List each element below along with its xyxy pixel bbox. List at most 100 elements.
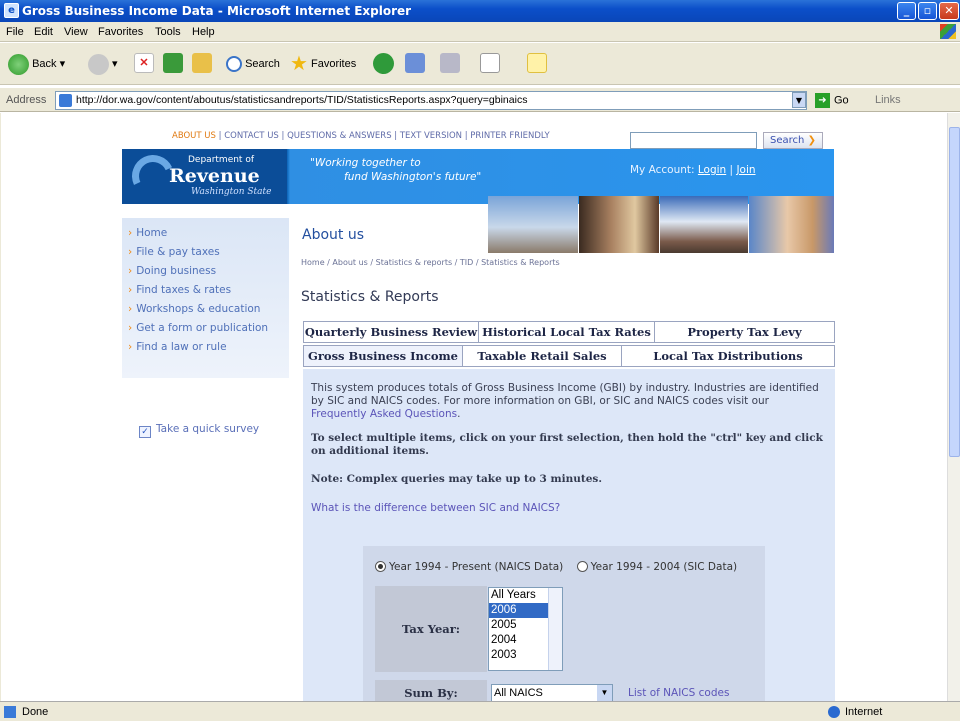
tab-local-tax-distributions[interactable]: Local Tax Distributions	[621, 345, 835, 367]
top-links: ABOUT US | CONTACT US | QUESTIONS & ANSW…	[172, 131, 550, 141]
tax-year-listbox[interactable]: All Years 2006 2005 2004 2003	[488, 587, 563, 671]
refresh-icon[interactable]	[163, 53, 183, 73]
nav-label: Workshops & education	[136, 303, 261, 315]
search-button[interactable]: Search	[226, 53, 280, 75]
menu-tools[interactable]: Tools	[155, 26, 181, 38]
nav-home[interactable]: › Home	[128, 227, 167, 239]
menu-view[interactable]: View	[64, 26, 88, 38]
nav-workshops[interactable]: › Workshops & education	[128, 303, 260, 315]
address-input[interactable]: http://dor.wa.gov/content/aboutus/statis…	[55, 91, 807, 110]
site-search-input[interactable]	[630, 132, 757, 149]
nav-label: Find taxes & rates	[136, 284, 232, 296]
title-bar: e Gross Business Income Data - Microsoft…	[0, 0, 960, 22]
breadcrumb[interactable]: Home / About us / Statistics & reports /…	[301, 258, 560, 267]
media-icon[interactable]	[373, 53, 394, 74]
tax-year-label: Tax Year:	[375, 586, 487, 672]
internet-globe-icon	[828, 706, 840, 718]
nav-arrow-icon: ›	[128, 227, 133, 239]
nav-doing-business[interactable]: › Doing business	[128, 265, 216, 277]
intro-text: This system produces totals of Gross Bus…	[311, 382, 819, 420]
slogan-line2: fund Washington's future"	[344, 171, 482, 183]
complex-query-note: Note: Complex queries may take up to 3 m…	[311, 473, 602, 485]
maximize-button[interactable]: ▫	[918, 2, 937, 20]
forward-button[interactable]: ▾	[88, 53, 118, 75]
mail-icon[interactable]	[405, 53, 425, 73]
scrollbar-thumb[interactable]	[949, 127, 960, 457]
dor-logo[interactable]: Department of Revenue Washington State	[122, 149, 287, 204]
status-bar: Done Internet	[0, 701, 960, 721]
menu-edit[interactable]: Edit	[34, 26, 53, 38]
tab-historical-local-tax-rates[interactable]: Historical Local Tax Rates	[478, 321, 655, 343]
section-header: About us	[296, 196, 834, 253]
nav-find-law[interactable]: › Find a law or rule	[128, 341, 227, 353]
logo-state: Washington State	[191, 187, 272, 197]
go-button[interactable]: ➜ Go	[815, 93, 849, 108]
back-arrow-icon	[8, 53, 29, 75]
nav-arrow-icon: ›	[128, 341, 133, 353]
section-title: About us	[302, 227, 365, 243]
naics-codes-link[interactable]: List of NAICS codes	[628, 687, 729, 699]
join-link[interactable]: Join	[736, 164, 755, 176]
faq-link[interactable]: Frequently Asked Questions	[311, 408, 457, 420]
sum-by-label: Sum By:	[375, 680, 487, 701]
tab-quarterly-business-review[interactable]: Quarterly Business Review	[303, 321, 479, 343]
favorites-button[interactable]: ★ Favorites	[290, 53, 356, 75]
messenger-icon[interactable]	[527, 53, 547, 73]
window-title: Gross Business Income Data - Microsoft I…	[22, 4, 412, 18]
menu-help[interactable]: Help	[192, 26, 215, 38]
survey-label: Take a quick survey	[156, 423, 260, 435]
ie-page-icon: e	[4, 3, 19, 18]
nav-arrow-icon: ›	[128, 265, 133, 277]
tab-property-tax-levy[interactable]: Property Tax Levy	[654, 321, 835, 343]
page-title: Statistics & Reports	[301, 289, 439, 305]
minimize-button[interactable]: _	[897, 2, 916, 20]
home-icon[interactable]	[192, 53, 212, 73]
chevron-down-icon: ▼	[597, 685, 612, 701]
multi-select-note: To select multiple items, click on your …	[311, 432, 823, 457]
links-label[interactable]: Links	[875, 94, 901, 106]
tab-taxable-retail-sales[interactable]: Taxable Retail Sales	[462, 345, 622, 367]
survey-link[interactable]: ✓ Take a quick survey	[139, 423, 259, 438]
web-page: ABOUT US | CONTACT US | QUESTIONS & ANSW…	[0, 113, 947, 701]
site-search-button[interactable]: Search ❯	[763, 132, 823, 149]
nav-arrow-icon: ›	[128, 303, 133, 315]
page-done-icon	[4, 706, 16, 718]
about-us-link[interactable]: ABOUT US	[172, 131, 216, 141]
address-dropdown-icon[interactable]: ▼	[792, 92, 806, 108]
search-icon	[226, 56, 242, 73]
radio-sic[interactable]: Year 1994 - 2004 (SIC Data)	[576, 561, 737, 573]
page-icon	[59, 94, 72, 107]
radio-naics[interactable]: Year 1994 - Present (NAICS Data)	[375, 561, 563, 573]
print-icon[interactable]	[440, 53, 460, 73]
nav-label: File & pay taxes	[136, 246, 220, 258]
star-icon: ★	[290, 53, 308, 76]
nav-arrow-icon: ›	[128, 322, 133, 334]
radio-empty-icon	[576, 561, 588, 572]
vertical-scrollbar[interactable]	[947, 113, 960, 701]
slogan-line1: "Working together to	[310, 157, 421, 169]
listbox-scrollbar[interactable]	[548, 588, 562, 670]
menu-favorites[interactable]: Favorites	[98, 26, 143, 38]
sic-naics-difference-link[interactable]: What is the difference between SIC and N…	[311, 502, 560, 514]
gbi-panel: This system produces totals of Gross Bus…	[303, 369, 835, 701]
nav-arrow-icon: ›	[128, 284, 133, 296]
login-link[interactable]: Login	[698, 164, 726, 176]
nav-label: Get a form or publication	[136, 322, 269, 334]
tab-gross-business-income[interactable]: Gross Business Income	[303, 345, 463, 367]
nav-file-pay-taxes[interactable]: › File & pay taxes	[128, 246, 220, 258]
nav-find-taxes-rates[interactable]: › Find taxes & rates	[128, 284, 231, 296]
menu-file[interactable]: File	[6, 26, 24, 38]
search-label: Search	[245, 58, 280, 70]
sum-by-select[interactable]: All NAICS ▼	[491, 684, 613, 701]
utility-links[interactable]: | CONTACT US | QUESTIONS & ANSWERS | TEX…	[219, 131, 550, 141]
back-button[interactable]: Back ▾	[8, 53, 65, 75]
nav-get-form[interactable]: › Get a form or publication	[128, 322, 268, 334]
sum-by-value: All NAICS	[494, 687, 543, 699]
menu-bar: File Edit View Favorites Tools Help	[0, 22, 960, 42]
close-button[interactable]: ✕	[939, 2, 959, 20]
status-text: Done	[22, 706, 49, 718]
people-photo	[579, 196, 659, 253]
forward-arrow-icon	[88, 53, 109, 75]
stop-icon[interactable]: ✕	[134, 53, 154, 73]
edit-word-icon[interactable]	[480, 53, 500, 73]
